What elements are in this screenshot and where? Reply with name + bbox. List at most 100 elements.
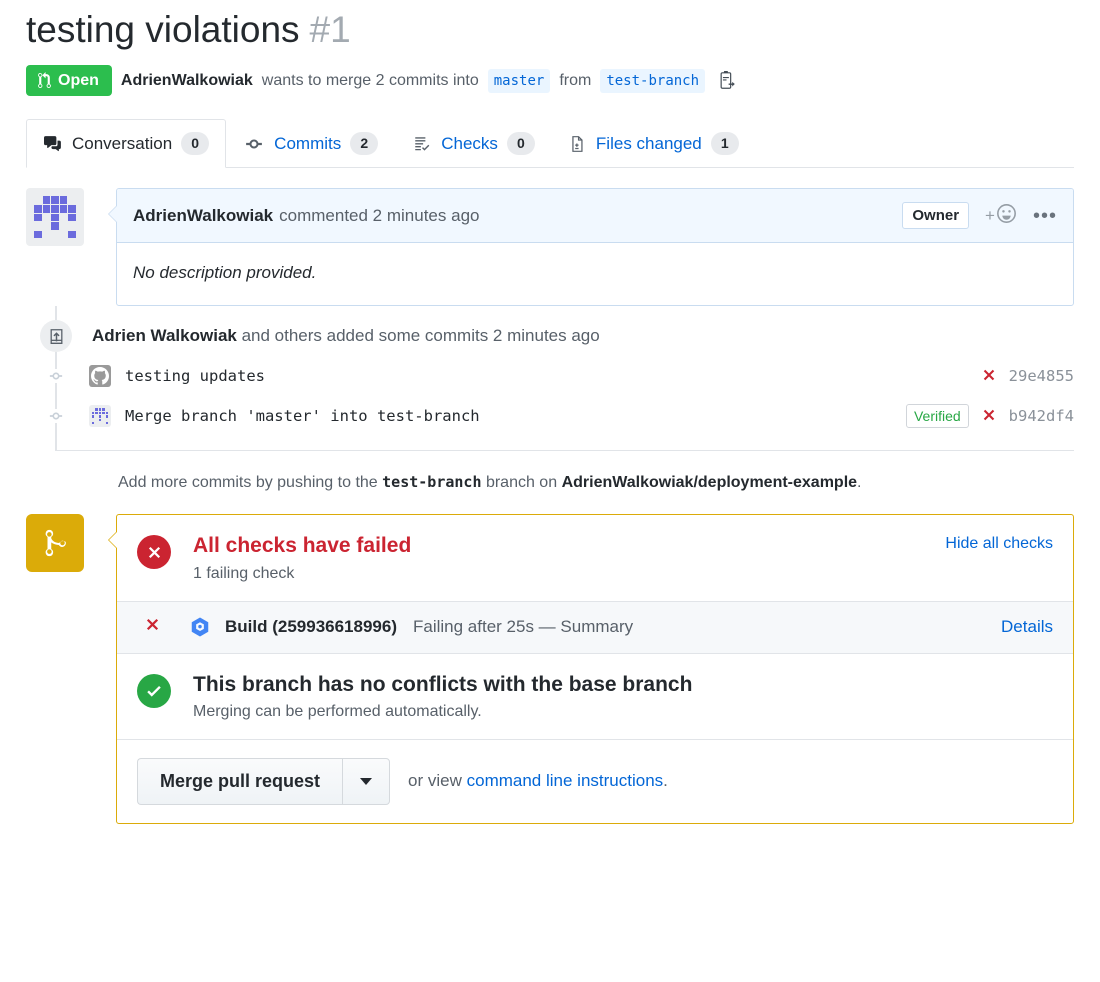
comment-timestamp: commented 2 minutes ago (279, 205, 480, 225)
or-view-prefix: or view (408, 771, 462, 791)
git-pull-request-icon (37, 72, 52, 89)
conflict-status-sub: Merging can be performed automatically. (193, 702, 482, 720)
tab-files-changed-count: 1 (710, 131, 739, 156)
reaction-plus-label: + (985, 205, 995, 225)
tab-checks-label: Checks (441, 133, 498, 153)
base-branch-chip[interactable]: master (487, 68, 551, 93)
pr-description-comment: AdrienWalkowiak commented 2 minutes ago … (26, 188, 1074, 307)
commit-list: testing updates 29e4855 Merge branch 'ma… (41, 356, 1074, 436)
table-row: Build (259936618996) Failing after 25s —… (117, 600, 1073, 654)
push-note-suffix: . (857, 474, 862, 492)
check-details-link[interactable]: Details (1001, 617, 1053, 637)
commit-sha[interactable]: b942df4 (1009, 407, 1074, 425)
push-note-repo: AdrienWalkowiak/deployment-example (561, 474, 858, 492)
tab-conversation[interactable]: Conversation 0 (26, 118, 227, 169)
owner-badge: Owner (902, 202, 970, 230)
checks-status-section: All checks have failed 1 failing check H… (117, 515, 1073, 600)
comment-body: No description provided. (133, 263, 317, 283)
push-note-prefix: Add more commits by pushing to the (118, 474, 378, 492)
pull-request-page: testing violations #1 Open AdrienWalkowi… (0, 0, 1100, 982)
git-commit-dot-icon (41, 369, 71, 384)
merge-pull-request-button[interactable]: Merge pull request (137, 757, 343, 805)
tab-commits-count: 2 (350, 131, 379, 156)
emoji-smiley-icon (996, 203, 1017, 229)
commit-message[interactable]: testing updates (125, 367, 265, 385)
verified-badge[interactable]: Verified (905, 404, 969, 429)
tab-checks-count: 0 (506, 131, 535, 156)
timeline-push-text: Adrien Walkowiak and others added some c… (92, 326, 600, 346)
head-branch-chip[interactable]: test-branch (600, 68, 706, 93)
pr-title-row: testing violations #1 (0, 0, 1100, 52)
pr-subhead: Open AdrienWalkowiak wants to merge 2 co… (0, 52, 1100, 97)
checks-status-text: All checks have failed 1 failing check (193, 533, 411, 582)
commit-meta: 29e4855 (981, 367, 1074, 386)
hide-all-checks-link[interactable]: Hide all checks (945, 533, 1053, 553)
status-badge: Open (26, 65, 112, 97)
conflict-status-heading: This branch has no conflicts with the ba… (193, 672, 693, 696)
timeline-push-author[interactable]: Adrien Walkowiak (92, 326, 237, 345)
merge-box: All checks have failed 1 failing check H… (108, 514, 1074, 824)
check-description: Failing after 25s — Summary (413, 617, 634, 637)
check-name[interactable]: Build (259936618996) (225, 617, 397, 637)
comment-header: AdrienWalkowiak commented 2 minutes ago … (117, 189, 1073, 244)
checks-status-heading: All checks have failed (193, 534, 412, 558)
conflict-status-text: This branch has no conflicts with the ba… (193, 672, 692, 721)
git-commit-icon (243, 135, 265, 153)
google-cloud-build-icon (189, 616, 211, 638)
conflict-status-section: This branch has no conflicts with the ba… (117, 654, 1073, 739)
tab-commits-label: Commits (274, 133, 342, 153)
merge-options-dropdown-button[interactable] (342, 757, 391, 805)
merge-text-1: wants to merge 2 commits into (261, 71, 479, 89)
identicon-avatar (34, 196, 76, 239)
pr-author[interactable]: AdrienWalkowiak (121, 72, 253, 90)
comment-discussion-icon (43, 135, 63, 153)
or-view-suffix: . (663, 771, 668, 791)
git-commit-dot-icon (41, 409, 71, 424)
list-item: testing updates 29e4855 (41, 356, 1074, 396)
list-item: Merge branch 'master' into test-branch V… (41, 396, 1074, 436)
merge-section: All checks have failed 1 failing check H… (26, 514, 1074, 824)
file-diff-icon (569, 135, 587, 153)
git-merge-icon (26, 514, 84, 573)
status-badge-label: Open (58, 71, 99, 89)
avatar[interactable] (26, 188, 84, 247)
identicon-avatar[interactable] (89, 405, 111, 428)
checks-status-sub: 1 failing check (193, 564, 295, 582)
comment-actions: Owner + ••• (902, 202, 1057, 230)
tab-conversation-label: Conversation (72, 133, 173, 153)
comment-author[interactable]: AdrienWalkowiak (133, 206, 273, 226)
tab-conversation-count: 0 (181, 131, 210, 156)
x-icon (137, 616, 167, 639)
commit-meta: Verified b942df4 (905, 404, 1074, 429)
identicon-pattern (92, 408, 108, 425)
push-note-middle: branch on (485, 474, 558, 492)
timeline-push-event: Adrien Walkowiak and others added some c… (40, 306, 1074, 353)
tab-files-changed[interactable]: Files changed 1 (552, 119, 756, 169)
pr-number: #1 (309, 9, 351, 50)
pr-content: AdrienWalkowiak commented 2 minutes ago … (0, 188, 1100, 824)
page-title: testing violations #1 (26, 8, 1100, 52)
pr-title-text: testing violations (26, 9, 300, 50)
octocat-avatar[interactable] (89, 365, 111, 388)
pr-tabnav: Conversation 0 Commits 2 Checks 0 Files … (26, 118, 1074, 169)
x-icon[interactable] (981, 367, 997, 386)
x-icon[interactable] (981, 407, 997, 426)
command-line-instructions-link[interactable]: command line instructions (467, 771, 664, 790)
repo-push-icon (40, 320, 72, 353)
chevron-down-icon (360, 777, 373, 785)
pr-timeline: Adrien Walkowiak and others added some c… (40, 306, 1074, 452)
tab-checks[interactable]: Checks 0 (395, 119, 552, 169)
tab-commits[interactable]: Commits 2 (226, 119, 395, 169)
tab-files-changed-label: Files changed (595, 133, 702, 153)
merge-text-2: from (559, 71, 592, 89)
command-line-note: or view command line instructions. (408, 771, 668, 791)
timeline-divider (55, 450, 1074, 452)
comment-menu-button[interactable]: ••• (1033, 206, 1057, 226)
timeline-push-suffix: and others added some commits 2 minutes … (236, 326, 600, 346)
push-note-branch: test-branch (382, 473, 482, 492)
commit-sha[interactable]: 29e4855 (1009, 367, 1074, 385)
merge-button-group: Merge pull request (137, 757, 391, 805)
commit-message[interactable]: Merge branch 'master' into test-branch (125, 407, 480, 425)
add-reaction-button[interactable]: + (985, 203, 1017, 229)
copy-branch-icon[interactable] (717, 71, 736, 90)
